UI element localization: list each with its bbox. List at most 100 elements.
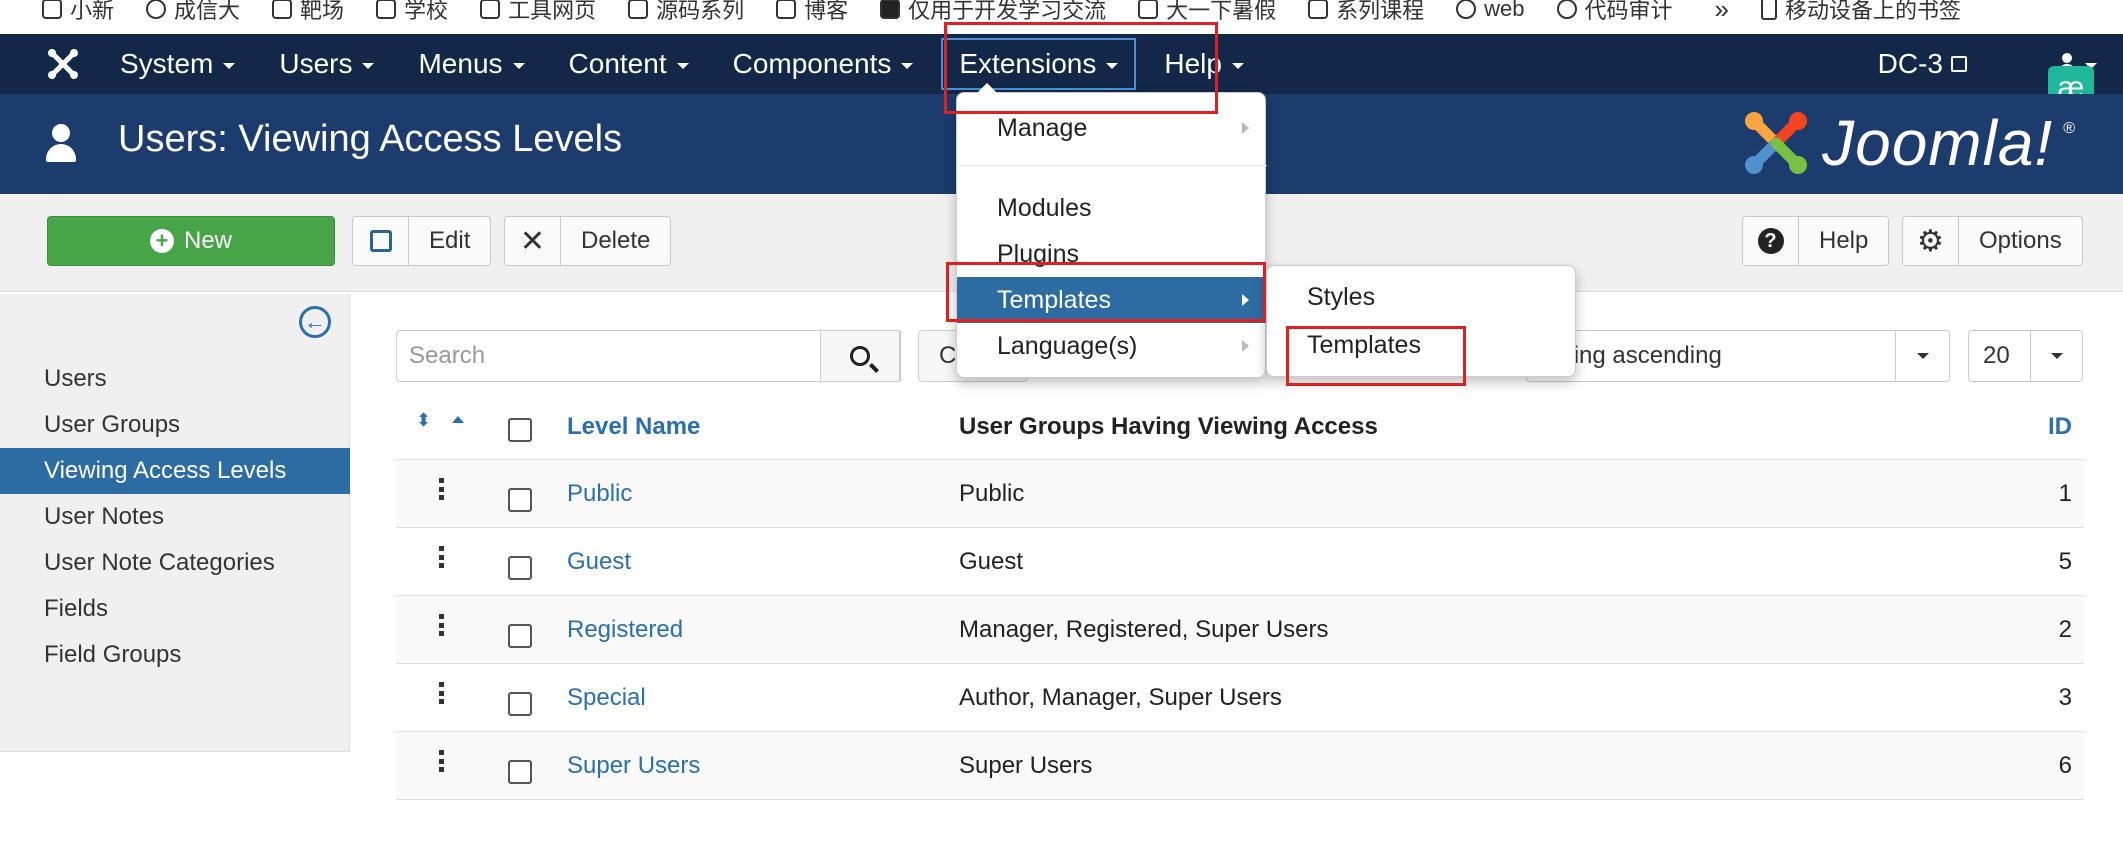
column-header-id[interactable]: ID [2048,413,2072,441]
level-name-link[interactable]: Special [567,684,646,712]
nav-menu-system[interactable]: System [98,34,257,94]
site-icon [1556,0,1577,19]
row-checkbox[interactable] [508,760,532,784]
row-checkbox[interactable] [508,488,532,512]
submenu-item-styles[interactable]: Styles [1267,274,1577,320]
sidebar-item-user-notes[interactable]: User Notes [0,494,350,540]
drag-handle-icon[interactable] [439,614,445,636]
bookmark-item[interactable]: 成信大 [146,0,240,25]
menu-item-languages[interactable]: Language(s) [957,323,1267,369]
search-button[interactable] [820,330,900,382]
annotation-box-templates-submenu [1286,326,1466,386]
sidebar-item-field-groups[interactable]: Field Groups [0,632,350,678]
bookmarks-overflow-button[interactable]: » [1715,0,1729,25]
user-groups-cell: Public [959,480,1025,507]
bookmark-item[interactable]: 代码审计 [1556,0,1673,25]
sidebar: ← Users User Groups Viewing Access Level… [0,294,350,752]
bookmark-item[interactable]: 源码系列 [628,0,744,25]
table-row: Guest Guest 5 [396,528,2084,596]
level-name-link[interactable]: Super Users [567,752,700,780]
caret-down-icon [1231,63,1244,69]
bookmark-item[interactable]: 工具网页 [480,0,596,25]
id-cell: 6 [2058,752,2072,779]
site-link[interactable]: DC-3 [1878,48,1967,80]
table-row: Special Author, Manager, Super Users 3 [396,664,2084,732]
level-name-link[interactable]: Registered [567,616,683,644]
phone-icon [1761,0,1777,20]
new-button[interactable]: + New [47,216,335,266]
bookmark-item[interactable]: 小新 [42,0,114,25]
sidebar-item-user-groups[interactable]: User Groups [0,402,350,448]
collapse-sidebar-icon[interactable]: ← [299,306,331,338]
external-link-icon [1951,56,1967,72]
nav-menu-content[interactable]: Content [547,34,711,94]
user-groups-cell: Super Users [959,752,1093,779]
caret-down-icon [362,63,375,69]
folder-icon [42,0,62,19]
menu-item-modules[interactable]: Modules [957,185,1267,231]
plus-circle-icon: + [149,229,174,253]
globe-icon [146,0,167,19]
drag-handle-icon[interactable] [439,478,445,500]
folder-icon [480,0,501,19]
submenu-arrow-icon [1242,122,1249,134]
bookmark-item[interactable]: 移动设备上的书签 [1761,0,1961,25]
edit-button[interactable]: Edit [352,216,492,266]
page-title: Users: Viewing Access Levels [118,118,623,160]
table-row: Public Public 1 [396,460,2084,528]
folder-icon [1308,0,1329,19]
site-icon [880,0,901,19]
submenu-arrow-icon [1242,340,1249,352]
id-cell: 5 [2058,548,2072,575]
id-cell: 1 [2058,480,2072,507]
drag-handle-icon[interactable] [439,682,445,704]
level-name-link[interactable]: Guest [567,548,631,576]
folder-icon [776,0,797,19]
row-checkbox[interactable] [508,556,532,580]
sort-ordering-icon[interactable]: ⬍ [416,411,431,429]
table-header: ⬍ Level Name User Groups Having Viewing … [396,398,2084,460]
search-icon [850,346,870,366]
joomla-brand-logo: Joomla! ® [1740,106,2075,180]
nav-menu-users[interactable]: Users [257,34,396,94]
registered-mark: ® [2063,120,2075,137]
joomla-logo-icon[interactable] [28,34,98,94]
options-button[interactable]: ⚙ Options [1902,216,2083,266]
caret-down-icon [2050,353,2063,359]
select-all-checkbox[interactable] [508,418,532,442]
table-row: Registered Manager, Registered, Super Us… [396,596,2084,664]
column-header-level-name[interactable]: Level Name [567,413,700,441]
edit-icon [369,230,392,252]
bookmark-item[interactable]: 博客 [776,0,848,25]
sidebar-item-fields[interactable]: Fields [0,586,350,632]
user-groups-cell: Author, Manager, Super Users [959,684,1282,711]
caret-down-icon [1916,353,1929,359]
row-checkbox[interactable] [508,692,532,716]
annotation-box-extensions [944,22,1218,114]
row-checkbox[interactable] [508,624,532,648]
nav-menu-menus[interactable]: Menus [396,34,546,94]
bookmark-item[interactable]: 靶场 [272,0,344,25]
extensions-dropdown-menu: Manage Modules Plugins Templates Languag… [956,83,1267,378]
nav-menu-components[interactable]: Components [711,34,936,94]
list-limit-select[interactable]: 20 [1968,330,2083,382]
delete-button[interactable]: ✕ Delete [504,216,672,266]
drag-handle-icon[interactable] [439,750,445,772]
id-cell: 2 [2058,616,2072,643]
sort-order-select[interactable]: dering ascending [1526,330,1950,382]
caret-down-icon [901,63,914,69]
sidebar-item-users[interactable]: Users [0,356,350,402]
level-name-link[interactable]: Public [567,480,632,508]
sidebar-item-user-note-categories[interactable]: User Note Categories [0,540,350,586]
column-header-user-groups: User Groups Having Viewing Access [959,413,1378,440]
bookmark-item[interactable]: 学校 [376,0,448,25]
help-button[interactable]: ? Help [1742,216,1890,266]
drag-handle-icon[interactable] [439,546,445,568]
user-groups-cell: Guest [959,548,1024,575]
sort-ascending-icon[interactable] [452,416,464,423]
joomla-brand-icon [1745,112,1808,174]
bookmark-item[interactable]: 系列课程 [1308,0,1424,25]
bookmark-item[interactable]: web [1456,0,1525,22]
caret-down-icon [223,63,236,69]
sidebar-item-viewing-access-levels[interactable]: Viewing Access Levels [0,448,350,494]
